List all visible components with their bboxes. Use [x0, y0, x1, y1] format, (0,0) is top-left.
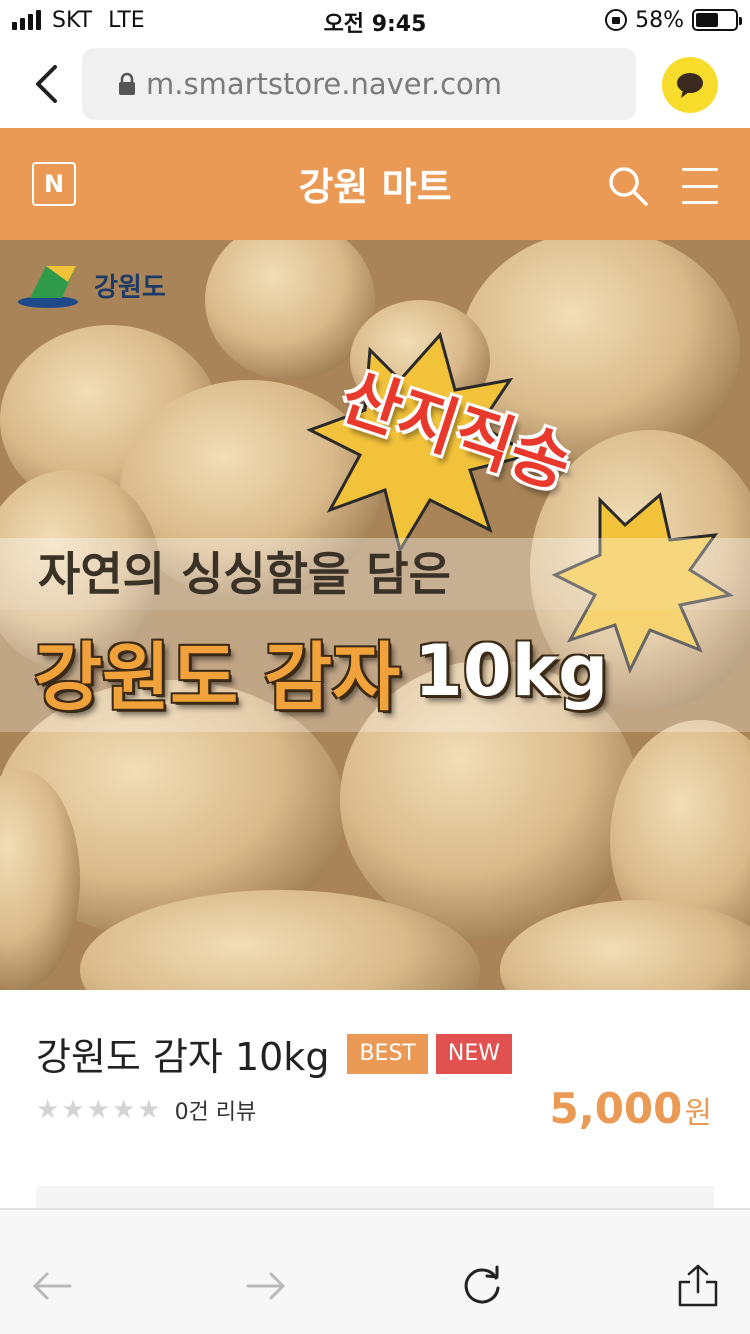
- chevron-left-icon: [36, 65, 57, 103]
- browser-toolbar: [0, 1208, 750, 1334]
- star-icon: ★: [111, 1095, 136, 1125]
- lock-icon: [119, 72, 135, 95]
- arrow-left-icon: [33, 1272, 72, 1300]
- region-logo: 강원도: [16, 260, 166, 310]
- price-unit: 원: [684, 1096, 712, 1131]
- kakaotalk-button[interactable]: [662, 57, 718, 113]
- browser-forward-button[interactable]: [242, 1262, 290, 1310]
- battery-icon: [692, 9, 742, 31]
- menu-icon-line: [682, 168, 718, 171]
- rotation-lock-icon: [605, 9, 628, 31]
- star-icon: ★: [36, 1095, 60, 1125]
- search-icon: [609, 167, 648, 206]
- battery-percent: 58%: [635, 7, 684, 33]
- status-right: 58%: [605, 6, 742, 34]
- reload-button[interactable]: [458, 1262, 506, 1310]
- browser-bar: m.smartstore.naver.com: [0, 40, 750, 128]
- share-button[interactable]: [674, 1262, 722, 1310]
- reload-icon: [464, 1265, 500, 1304]
- product-title: 강원도 감자 10kg: [36, 1035, 330, 1079]
- hero-headline-weight: 10kg: [414, 630, 609, 712]
- url-text: m.smartstore.naver.com: [146, 67, 503, 101]
- menu-icon-line: [682, 184, 718, 188]
- gangwon-emblem-icon: [18, 266, 78, 308]
- hero-headline-text: 강원도 감자: [34, 634, 401, 721]
- browser-back-button[interactable]: [28, 1262, 76, 1310]
- region-name: 강원도: [94, 272, 166, 303]
- new-badge: NEW: [435, 1033, 512, 1074]
- star-icon: ★: [137, 1095, 161, 1125]
- store-header: N 강원 마트: [0, 128, 750, 240]
- rating-row[interactable]: ★ ★ ★ ★ ★ 0건 리뷰: [36, 1094, 256, 1126]
- hero-subtitle: 자연의 싱싱함을 담은: [0, 538, 750, 610]
- search-button[interactable]: [606, 164, 650, 208]
- status-bar: SKT LTE 오전 9:45 58%: [0, 0, 750, 40]
- back-button[interactable]: [24, 58, 68, 110]
- product-title-row: 강원도 감자 10kg BEST NEW: [36, 1026, 512, 1081]
- product-info: 강원도 감자 10kg BEST NEW ★ ★ ★ ★ ★ 0건 리뷰 5,0…: [0, 990, 750, 1208]
- product-image[interactable]: 강원도 자연의 싱싱함을 담은 강원도 감자 10kg 산지직송: [0, 240, 750, 990]
- best-badge: BEST: [347, 1033, 428, 1074]
- url-field[interactable]: m.smartstore.naver.com: [82, 48, 636, 120]
- menu-icon-line: [682, 201, 718, 204]
- chat-bubble-icon: [677, 73, 703, 98]
- arrow-right-icon: [246, 1272, 285, 1300]
- menu-button[interactable]: [682, 168, 718, 204]
- star-icon: ★: [61, 1095, 85, 1125]
- review-count: 0건 리뷰: [174, 1100, 257, 1125]
- hero-headline: 강원도 감자 10kg: [0, 610, 750, 732]
- battery-level: [696, 13, 719, 27]
- share-icon: [678, 1264, 718, 1307]
- price-row: 5,000 원: [550, 1084, 712, 1133]
- star-icon: ★: [86, 1095, 110, 1125]
- next-section-card: [36, 1186, 714, 1208]
- price-value: 5,000: [549, 1084, 683, 1133]
